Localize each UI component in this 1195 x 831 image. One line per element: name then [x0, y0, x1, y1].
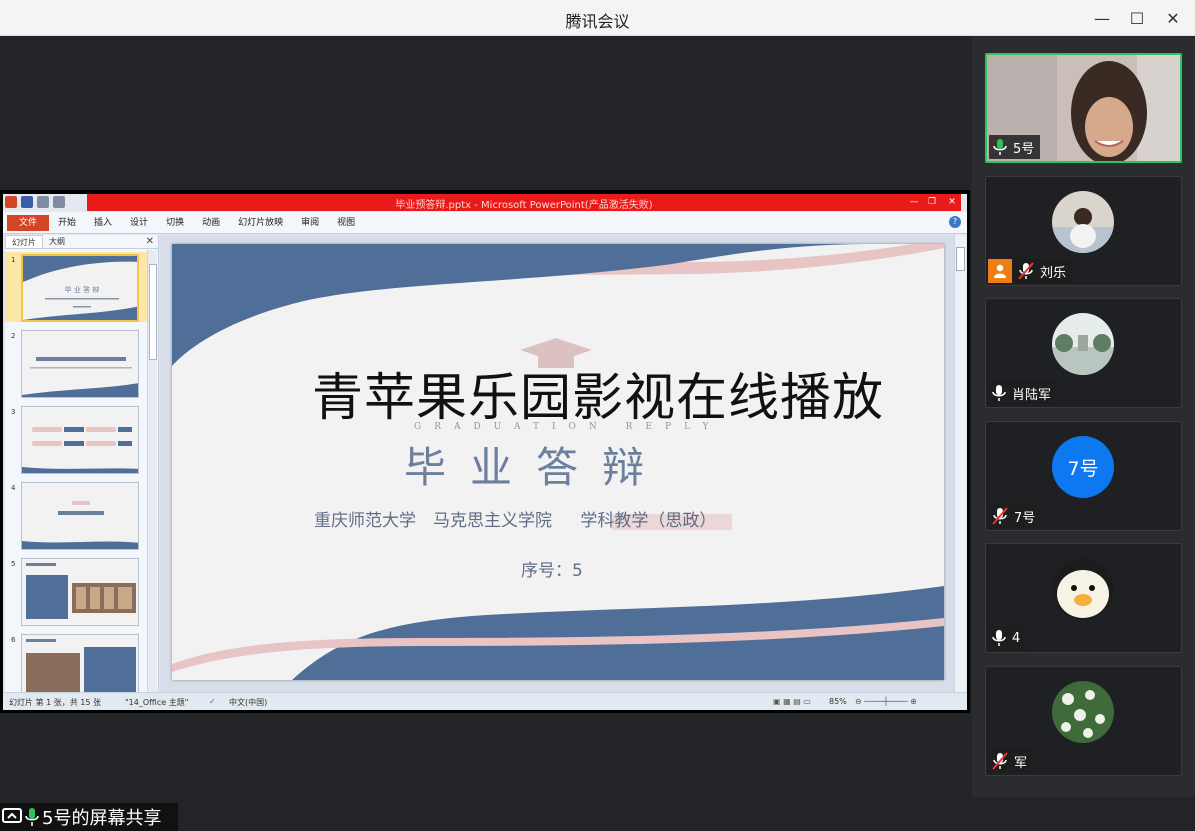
editor-scrollbar[interactable]: [954, 235, 966, 692]
slide-thumbnail-pane: 幻灯片 大纲 ✕ 1 毕 业 答 辩 2 3 4 5 6: [5, 235, 159, 692]
close-button[interactable]: ✕: [1161, 6, 1185, 30]
host-badge-icon: [988, 259, 1012, 283]
mic-muted-icon: [992, 507, 1008, 525]
svg-text:毕 业 答 辩: 毕 业 答 辩: [65, 285, 100, 294]
screen-share-label: 5号的屏幕共享: [0, 803, 178, 831]
mic-muted-icon: [1018, 262, 1034, 280]
tab-view[interactable]: 视图: [328, 215, 364, 231]
screen-share-icon: [2, 808, 22, 823]
slide-overlay-title: 青苹果乐园影视在线播放: [312, 369, 885, 428]
zoom-slider[interactable]: ⊖ ────┼──── ⊕: [855, 697, 917, 706]
participant-label: 5号: [989, 135, 1041, 159]
avatar: 7号: [1052, 436, 1114, 498]
redo-icon[interactable]: [53, 196, 65, 208]
shared-ppt-window: 毕业预答辩.pptx - Microsoft PowerPoint(产品激活失败…: [0, 190, 970, 713]
undo-icon[interactable]: [37, 196, 49, 208]
participant-name: 刘乐: [1040, 265, 1067, 281]
ppt-close-icon[interactable]: ✕: [945, 196, 959, 209]
spellcheck-icon[interactable]: ✓: [209, 697, 216, 706]
participant-label: 肖陆军: [988, 381, 1058, 405]
participant-label: 7号: [988, 504, 1042, 528]
participant-label: 军: [988, 749, 1034, 773]
slide-heading: 毕业答辩: [404, 443, 669, 492]
tab-animations[interactable]: 动画: [193, 215, 229, 231]
quick-access-toolbar: [5, 196, 65, 208]
participant-tile[interactable]: 7号 7号: [985, 421, 1182, 531]
tab-insert[interactable]: 插入: [85, 215, 121, 231]
theme-name: "14_Office 主题": [125, 698, 189, 707]
mic-on-icon: [992, 630, 1006, 646]
tab-slideshow[interactable]: 幻灯片放映: [229, 215, 292, 231]
mic-muted-icon: [992, 752, 1008, 770]
avatar: [1052, 681, 1114, 743]
ppt-minimize-icon[interactable]: —: [907, 196, 921, 209]
app-title: 腾讯会议: [565, 12, 630, 31]
current-slide: 青苹果乐园影视在线播放 GRADUATION REPLY 毕业答辩 重庆师范大学…: [172, 244, 944, 680]
minimize-button[interactable]: —: [1090, 6, 1114, 30]
slide-thumbnail[interactable]: 4: [5, 480, 147, 550]
maximize-button[interactable]: ☐: [1125, 6, 1149, 30]
participant-label: 刘乐: [988, 259, 1073, 283]
tab-file[interactable]: 文件: [7, 214, 50, 231]
slide-thumbnail[interactable]: 6: [5, 632, 147, 692]
ppt-title-bar: 毕业预答辩.pptx - Microsoft PowerPoint(产品激活失败…: [3, 194, 967, 212]
slide-thumbnail[interactable]: 1 毕 业 答 辩: [5, 252, 147, 322]
ribbon-tabs: 文件 开始 插入 设计 切换 动画 幻灯片放映 审阅 视图 ?: [3, 212, 967, 234]
ppt-maximize-icon[interactable]: ❐: [925, 196, 939, 209]
view-buttons-icon[interactable]: ▣ ▦ ▤ ▭: [773, 697, 811, 706]
participant-tile[interactable]: 刘乐: [985, 176, 1182, 286]
ppt-window-title: 毕业预答辩.pptx - Microsoft PowerPoint(产品激活失败…: [395, 200, 653, 211]
tab-transitions[interactable]: 切换: [157, 215, 193, 231]
save-icon[interactable]: [21, 196, 33, 208]
shared-screen-area: 毕业预答辩.pptx - Microsoft PowerPoint(产品激活失败…: [0, 36, 972, 831]
participant-name: 7号: [1014, 510, 1036, 526]
slide-thumbnail[interactable]: 3: [5, 404, 147, 474]
share-label-text: 5号的屏幕共享: [42, 808, 162, 829]
help-icon[interactable]: ?: [949, 216, 961, 228]
participant-name: 肖陆军: [1012, 387, 1052, 403]
mic-on-icon: [993, 139, 1007, 155]
mic-on-icon: [992, 385, 1006, 401]
mic-on-icon: [25, 808, 39, 826]
tab-review[interactable]: 审阅: [292, 215, 328, 231]
slide-count: 幻灯片 第 1 张，共 15 张: [9, 698, 101, 707]
zoom-level[interactable]: 85%: [829, 697, 847, 706]
language-indicator[interactable]: 中文(中国): [229, 697, 267, 708]
tab-home[interactable]: 开始: [49, 215, 85, 231]
participant-tile[interactable]: 5号: [985, 53, 1182, 163]
slide-subtitle-en: GRADUATION REPLY: [414, 422, 722, 432]
participant-label: 4: [988, 626, 1027, 650]
participant-name: 军: [1014, 755, 1028, 771]
participant-name: 5号: [1013, 141, 1035, 157]
slide-school-line: 重庆师范大学 马克思主义学院 学科教学（思政）: [314, 511, 717, 531]
participant-name: 4: [1012, 630, 1021, 646]
tab-outline[interactable]: 大纲: [43, 235, 71, 248]
avatar: [1052, 313, 1114, 375]
thumbnail-scrollbar[interactable]: [147, 250, 157, 692]
slide-thumbnail[interactable]: 5: [5, 556, 147, 626]
powerpoint-icon: [5, 196, 17, 208]
ppt-status-bar: 幻灯片 第 1 张，共 15 张 "14_Office 主题" ✓ 中文(中国)…: [3, 692, 967, 710]
participant-tile[interactable]: 肖陆军: [985, 298, 1182, 408]
tab-design[interactable]: 设计: [121, 215, 157, 231]
slide-thumbnail[interactable]: 2: [5, 328, 147, 398]
slide-editor: 青苹果乐园影视在线播放 GRADUATION REPLY 毕业答辩 重庆师范大学…: [160, 235, 966, 692]
tab-slides[interactable]: 幻灯片: [5, 235, 43, 248]
title-bar: 腾讯会议 — ☐ ✕: [0, 0, 1195, 36]
participant-tile[interactable]: 4: [985, 543, 1182, 653]
slide-serial: 序号：5: [521, 561, 583, 581]
pane-close-icon[interactable]: ✕: [146, 236, 154, 247]
avatar: [1052, 191, 1114, 253]
participant-tile[interactable]: 军: [985, 666, 1182, 776]
avatar: [1052, 558, 1114, 620]
